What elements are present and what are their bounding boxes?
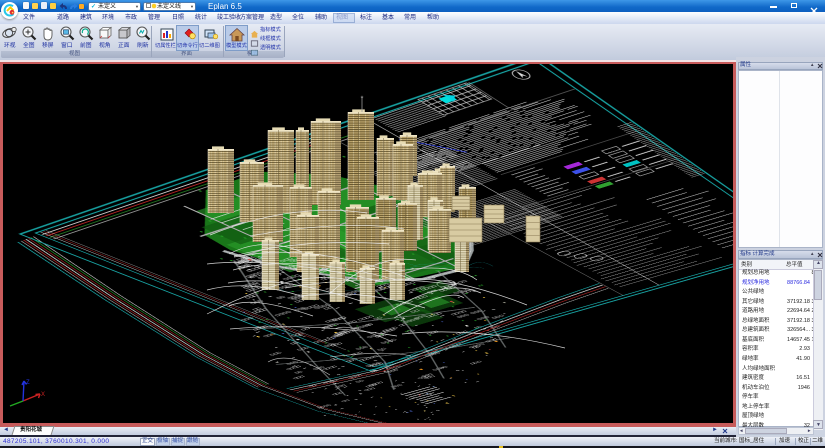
svg-text:Z: Z — [26, 380, 30, 386]
svg-text:X: X — [41, 392, 45, 398]
